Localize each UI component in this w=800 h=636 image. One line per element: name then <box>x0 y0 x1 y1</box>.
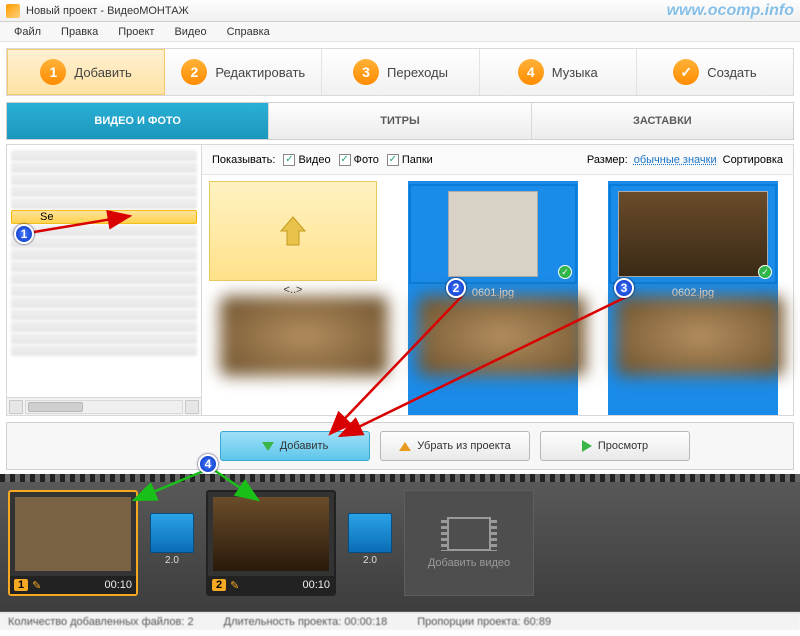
scroll-thumb[interactable] <box>28 402 83 412</box>
transition-duration: 2.0 <box>363 555 377 566</box>
annotation-marker-1: 1 <box>14 224 34 244</box>
menu-file[interactable]: Файл <box>6 24 49 40</box>
clip-duration: 00:10 <box>302 579 330 591</box>
transition-icon <box>348 513 392 553</box>
step-tabs: 1Добавить 2Редактировать 3Переходы 4Музы… <box>6 48 794 96</box>
menubar: Файл Правка Проект Видео Справка <box>0 22 800 42</box>
film-icon <box>447 517 491 551</box>
step-num-icon: 3 <box>353 59 379 85</box>
arrow-up-icon <box>399 442 411 451</box>
subtab-video-photo[interactable]: ВИДЕО И ФОТО <box>7 103 269 139</box>
timeline-clip-1[interactable]: 1 ✎ 00:10 <box>8 490 138 596</box>
filter-video-check[interactable]: ✓Видео <box>283 154 330 166</box>
clip-duration: 00:10 <box>104 579 132 591</box>
timeline-clip-2[interactable]: 2 ✎ 00:10 <box>206 490 336 596</box>
add-button[interactable]: Добавить <box>220 431 370 461</box>
menu-help[interactable]: Справка <box>219 24 278 40</box>
step-edit[interactable]: 2Редактировать <box>165 49 322 95</box>
scroll-track[interactable] <box>25 400 183 414</box>
action-bar: Добавить Убрать из проекта Просмотр <box>6 422 794 470</box>
filter-bar: Показывать: ✓Видео ✓Фото ✓Папки Размер: … <box>202 145 793 175</box>
added-badge-icon: ✓ <box>758 265 772 279</box>
pencil-icon[interactable]: ✎ <box>32 579 41 592</box>
menu-video[interactable]: Видео <box>166 24 214 40</box>
subtab-intros[interactable]: ЗАСТАВКИ <box>532 103 793 139</box>
step-num-icon: 1 <box>40 59 66 85</box>
clip-thumb <box>15 497 131 571</box>
thumb-label: <..> <box>284 284 303 296</box>
clip-thumb <box>213 497 329 571</box>
transition-slot-1[interactable]: 2.0 <box>148 513 196 573</box>
menu-edit[interactable]: Правка <box>53 24 106 40</box>
thumb-image[interactable]: ✓ <box>409 184 577 284</box>
transition-icon <box>150 513 194 553</box>
menu-project[interactable]: Проект <box>110 24 162 40</box>
folder-tree: Se <box>7 145 202 415</box>
annotation-marker-2: 2 <box>446 278 466 298</box>
scroll-left-icon[interactable] <box>9 400 23 414</box>
preview-button[interactable]: Просмотр <box>540 431 690 461</box>
status-duration: Длительность проекта: 00:00:18 <box>224 616 388 628</box>
sort-link[interactable]: Сортировка <box>723 154 783 166</box>
size-value-link[interactable]: обычные значки <box>634 154 717 166</box>
transition-slot-2[interactable]: 2.0 <box>346 513 394 573</box>
tree-selected-item[interactable]: Se <box>11 210 197 224</box>
step-transitions[interactable]: 3Переходы <box>322 49 479 95</box>
step-num-icon: 4 <box>518 59 544 85</box>
gallery-blur-row <box>220 296 784 376</box>
tree-hscrollbar[interactable] <box>7 397 201 415</box>
statusbar: Количество добавленных файлов: 2 Длитель… <box>0 612 800 630</box>
annotation-marker-3: 3 <box>614 278 634 298</box>
subtab-titles[interactable]: ТИТРЫ <box>269 103 531 139</box>
step-create[interactable]: ✓Создать <box>637 49 793 95</box>
arrow-down-icon <box>262 442 274 451</box>
transition-duration: 2.0 <box>165 555 179 566</box>
add-video-placeholder[interactable]: Добавить видео <box>404 490 534 596</box>
check-icon: ✓ <box>673 59 699 85</box>
filter-show-label: Показывать: <box>212 154 275 166</box>
thumb-image[interactable]: ✓ <box>609 184 777 284</box>
subtabs: ВИДЕО И ФОТО ТИТРЫ ЗАСТАВКИ <box>6 102 794 140</box>
filter-folders-check[interactable]: ✓Папки <box>387 154 433 166</box>
gallery: <..> ✓ 0601.jpg ✓ 0602.jpg <box>202 175 793 415</box>
step-num-icon: 2 <box>181 59 207 85</box>
step-add[interactable]: 1Добавить <box>7 49 165 95</box>
clip-index: 2 <box>212 579 226 591</box>
app-icon <box>6 4 20 18</box>
annotation-marker-4: 4 <box>198 454 218 474</box>
filter-photo-check[interactable]: ✓Фото <box>339 154 379 166</box>
timeline: 1 ✎ 00:10 2.0 2 ✎ 00:10 2.0 Добавить видео <box>0 474 800 612</box>
remove-button[interactable]: Убрать из проекта <box>380 431 530 461</box>
scroll-right-icon[interactable] <box>185 400 199 414</box>
watermark: www.ocomp.info <box>667 2 794 20</box>
play-icon <box>582 440 592 452</box>
tree-body[interactable]: Se <box>7 145 201 397</box>
size-label: Размер: <box>587 154 628 166</box>
folder-up-icon[interactable] <box>209 181 377 281</box>
status-file-count: Количество добавленных файлов: 2 <box>8 616 194 628</box>
pencil-icon[interactable]: ✎ <box>230 579 239 592</box>
step-music[interactable]: 4Музыка <box>480 49 637 95</box>
added-badge-icon: ✓ <box>558 265 572 279</box>
window-title: Новый проект - ВидеоМОНТАЖ <box>26 5 189 17</box>
clip-index: 1 <box>14 579 28 591</box>
status-proportions: Пропорции проекта: 60:89 <box>417 616 551 628</box>
